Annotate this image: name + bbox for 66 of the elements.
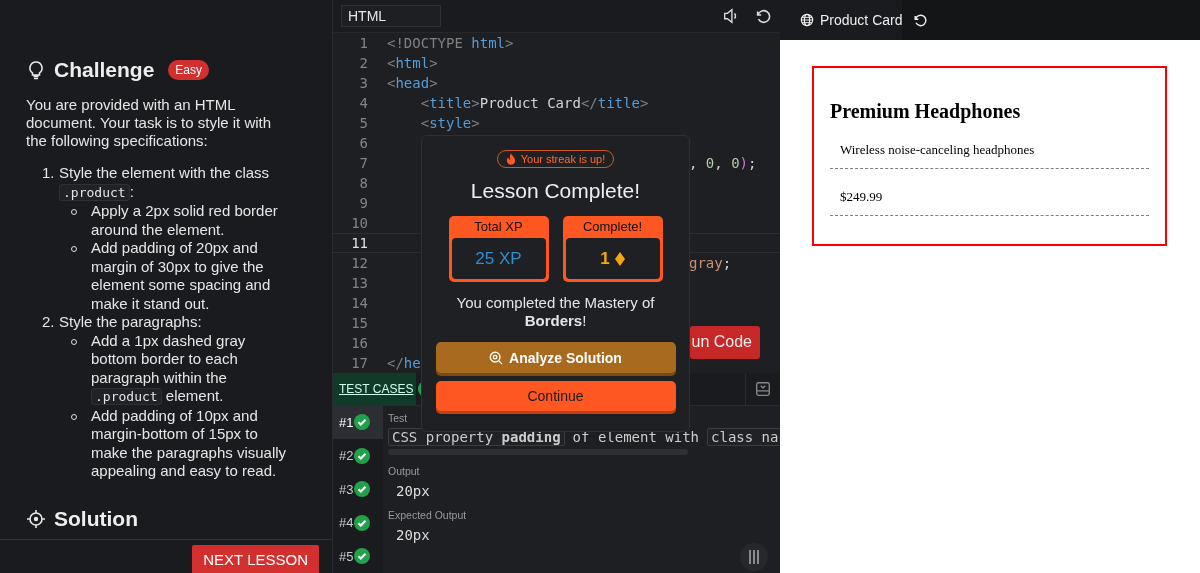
code-line: </he (387, 353, 421, 373)
stat-label: Total XP (473, 218, 524, 236)
line-number: 14 (350, 294, 369, 311)
product-paragraph: Wireless noise-canceling headphones (830, 137, 1149, 169)
difficulty-badge: Easy (168, 60, 210, 80)
field-label: Test (388, 411, 409, 424)
line-number: 8 (358, 174, 369, 191)
list-number: 1. (42, 164, 56, 183)
bullet-text: Add a 1px dashed gray bottom border to each paragraph within the .product element. (91, 331, 247, 407)
line-number: 17 (350, 354, 369, 371)
code-line: <!DOCTYPE html> (387, 33, 514, 53)
test-case-tab[interactable]: #2 (333, 439, 383, 473)
code-fragment: gray; (689, 254, 732, 271)
output-value: 20px (395, 481, 431, 499)
inline-code: .product (91, 388, 162, 405)
list-number: 2. (42, 313, 56, 332)
next-lesson-button[interactable]: NEXT LESSON (192, 545, 319, 573)
code-line: <title>Product Card</title> (419, 93, 649, 113)
preview-tab[interactable]: Product Card (780, 0, 903, 40)
line-number: 5 (358, 114, 369, 131)
line-number: 9 (358, 194, 369, 211)
line-number: 15 (350, 314, 369, 331)
line-number: 3 (358, 74, 369, 91)
line-number: 1 (358, 34, 369, 51)
analyze-solution-button[interactable]: Analyze Solution (435, 342, 676, 373)
continue-button[interactable]: Continue (435, 381, 676, 411)
step-text: Style the paragraphs: (59, 313, 203, 332)
code-line: <html> (387, 53, 438, 73)
code-fragment: , 0, 0); (689, 154, 757, 171)
run-code-button[interactable]: un Code (690, 325, 760, 359)
expected-output-value: 20px (395, 525, 431, 543)
solution-heading: Solution (54, 506, 138, 531)
inline-code: .product (59, 183, 130, 201)
line-number: 4 (358, 94, 369, 111)
line-number: 16 (350, 334, 369, 351)
product-paragraph: $249.99 (830, 184, 1149, 216)
code-line: <head> (387, 73, 438, 93)
language-select[interactable]: HTML (341, 4, 441, 27)
test-case-tab[interactable]: #1 (333, 405, 383, 439)
dialog-title: Lesson Complete! (470, 179, 641, 203)
test-cases-tab[interactable]: TEST CASES (333, 372, 417, 405)
line-number: 13 (350, 274, 369, 291)
field-label: Expected Output (388, 508, 468, 521)
bullet-text: Add padding of 10px and margin-bottom of 15px to make the paragraphs visually appealing and easy to read. (91, 406, 287, 481)
xp-value: 25 XP (475, 248, 522, 269)
line-number: 10 (350, 214, 369, 231)
line-number: 11 (350, 234, 369, 251)
code-line: <style> (419, 113, 480, 133)
completion-message: You completed the Mastery of Borders! (455, 294, 656, 330)
step-text: Style the element with the class .product : (59, 164, 271, 202)
gem-count: 1 (600, 248, 610, 269)
test-case-tab[interactable]: #3 (333, 472, 383, 506)
field-label: Output (388, 464, 421, 477)
line-number: 6 (358, 134, 369, 151)
test-case-tab[interactable]: #4 (333, 506, 383, 540)
bullet-text: Apply a 2px solid red border around the element. (91, 202, 279, 239)
line-number: 2 (358, 54, 369, 71)
bullet-text: Add padding of 20px and margin of 30px to give the element some spacing and make it stand out. (91, 239, 272, 313)
product-title: Premium Headphones (830, 100, 1022, 123)
test-case-tab[interactable]: #5 (333, 539, 383, 573)
line-number: 12 (350, 254, 369, 271)
challenge-description: You are provided with an HTML document. Your task is to style it with the following specifications: (26, 96, 273, 150)
line-number: 7 (358, 154, 369, 171)
stat-label: Complete! (581, 218, 644, 236)
code-chip: class na (707, 427, 780, 446)
challenge-heading: Challenge (54, 58, 155, 82)
